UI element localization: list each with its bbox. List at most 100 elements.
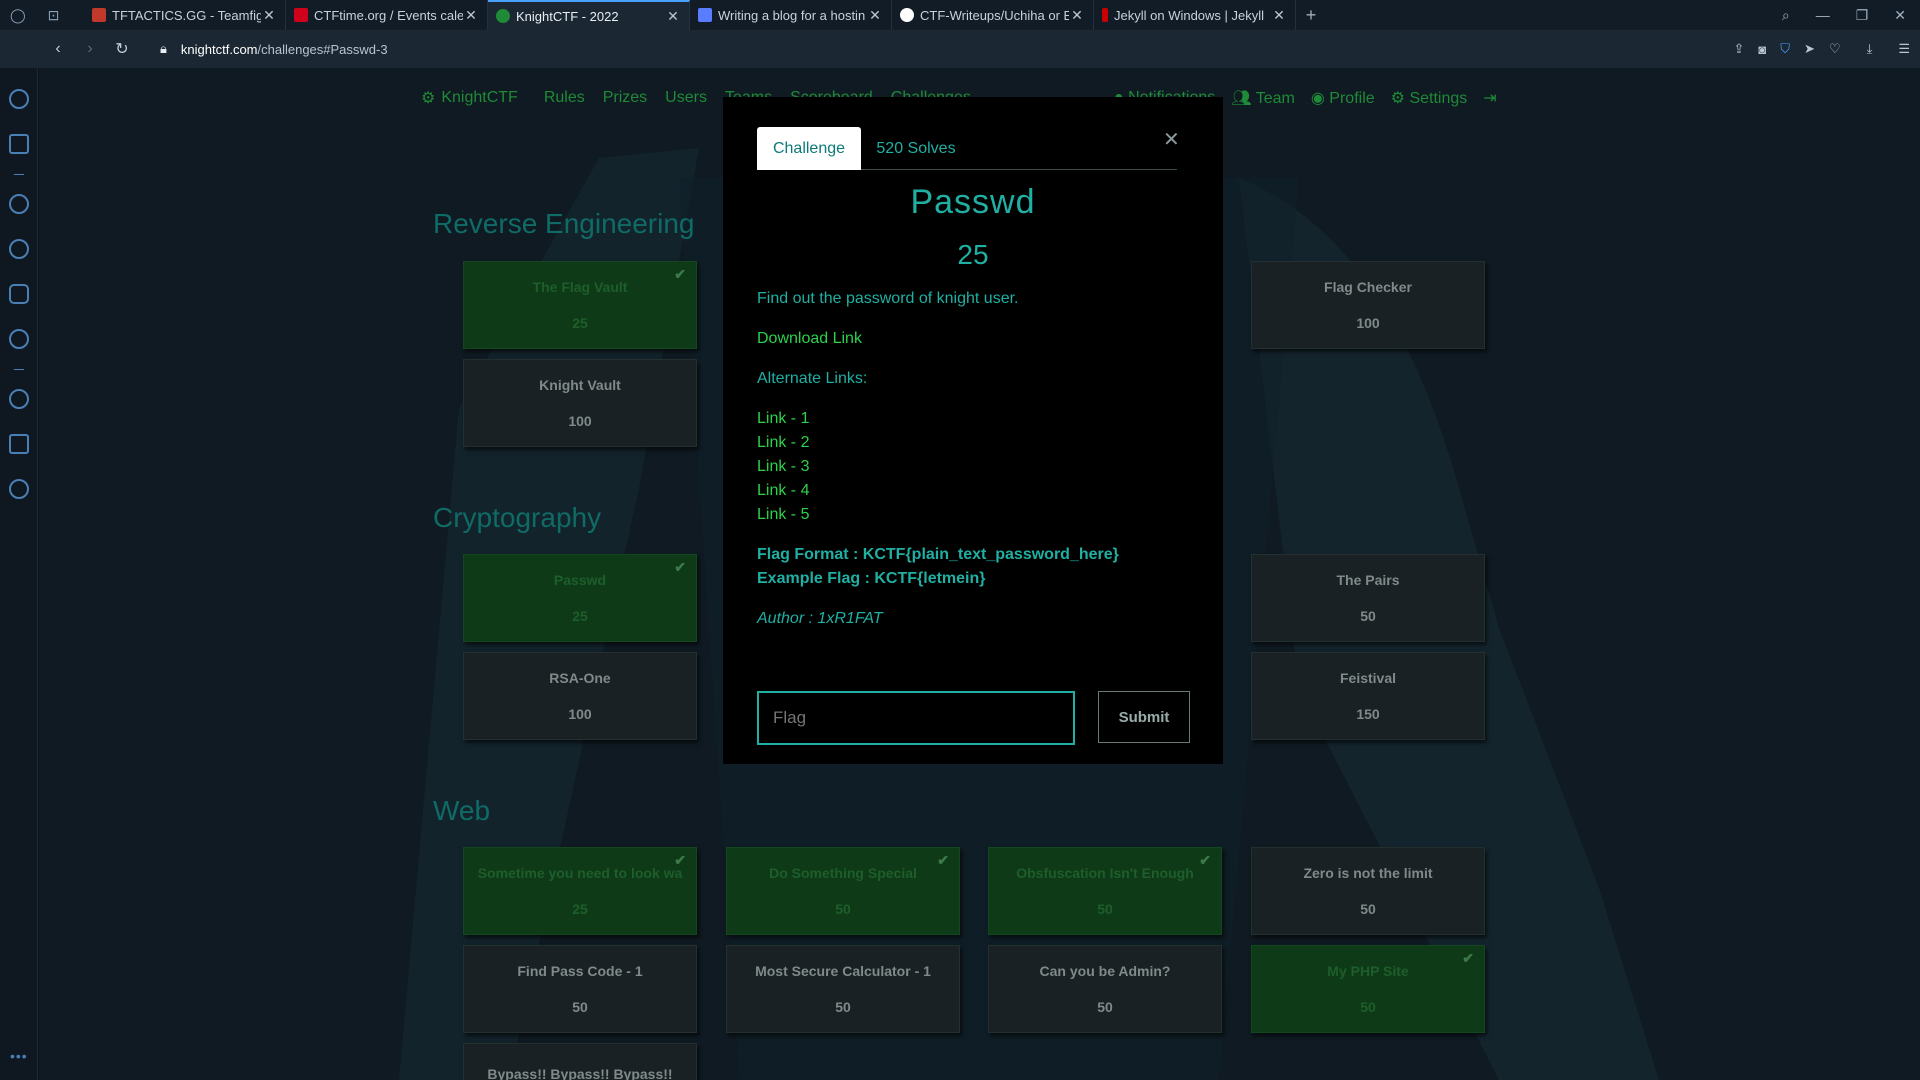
close-tab-icon[interactable]: ✕ [665,8,681,25]
nav-team[interactable]: 👥︎ Team [1231,88,1295,108]
challenge-card[interactable]: ✔ My PHP Site 50 [1251,945,1485,1033]
challenge-card[interactable]: RSA-One 100 [463,652,697,740]
alternate-link[interactable]: Link - 3 [757,455,1197,479]
challenge-card[interactable]: Most Secure Calculator - 1 50 [726,945,960,1033]
flag-format-text: Flag Format : KCTF{plain_text_password_h… [757,546,1119,563]
challenge-card[interactable]: Flag Checker 100 [1251,261,1485,349]
close-tab-icon[interactable]: ✕ [1069,7,1085,24]
nav-users[interactable]: Users [665,89,707,107]
url-path: /challenges#Passwd-3 [257,41,388,57]
browser-tab[interactable]: CTFtime.org / Events calen ✕ [286,0,488,30]
site-brand[interactable]: ⚙︎ KnightCTF [421,88,518,108]
history-icon[interactable] [9,389,29,409]
nav-settings-label: Settings [1409,90,1468,107]
challenge-card[interactable]: ✔ The Flag Vault 25 [463,261,697,349]
challenge-card[interactable]: ✔ Sometime you need to look wa 25 [463,847,697,935]
close-tab-icon[interactable]: ✕ [867,7,883,24]
submit-button[interactable]: Submit [1098,691,1190,743]
settings-gear-icon[interactable] [9,479,29,499]
browser-tab-active[interactable]: KnightCTF - 2022 ✕ [488,0,690,30]
shopping-bag-icon[interactable] [9,134,29,154]
close-tab-icon[interactable]: ✕ [261,7,277,24]
modal-tabs: Challenge 520 Solves [757,127,1177,170]
tab-title: CTF-Writeups/Uchiha or Ev [920,7,1069,23]
nav-settings[interactable]: ⚙ Settings [1391,88,1468,108]
challenge-card[interactable]: Knight Vault 100 [463,359,697,447]
address-bar-actions: ⇪ ◙ ⛉ ➤ ♡ ⤓ ☰ [1734,30,1911,68]
alternate-link[interactable]: Link - 1 [757,407,1197,431]
reload-icon[interactable]: ↻ [106,39,138,59]
instagram-icon[interactable] [9,284,29,304]
browser-menu-area: ◯ ⊡ [0,0,84,30]
address-bar: ‹ › ↻ 🔒︎ knightctf.com/challenges#Passwd… [0,30,1920,68]
challenge-points: 50 [572,999,588,1015]
challenge-points: 50 [835,999,851,1015]
author-text: Author : 1xR1FAT [757,610,883,627]
close-icon[interactable]: ✕ [1163,127,1180,152]
challenge-card[interactable]: Zero is not the limit 50 [1251,847,1485,935]
url-field[interactable]: 🔒︎ knightctf.com/challenges#Passwd-3 [160,41,388,57]
challenge-card[interactable]: The Pairs 50 [1251,554,1485,642]
flag-input[interactable] [757,691,1075,745]
logout-icon[interactable]: ⇥ [1483,88,1496,108]
challenge-points: 50 [835,901,851,917]
whatsapp-icon[interactable] [9,239,29,259]
alternate-link[interactable]: Link - 2 [757,431,1197,455]
send-icon[interactable]: ➤ [1804,41,1815,57]
camera-icon[interactable]: ◙ [1758,42,1766,57]
solved-check-icon: ✔ [937,852,949,868]
search-tabs-icon[interactable]: ⌕ [1782,7,1790,24]
nav-profile[interactable]: ◉ Profile [1311,88,1375,108]
download-link[interactable]: Download Link [757,327,1197,351]
close-tab-icon[interactable]: ✕ [1271,7,1287,24]
challenge-name: Zero is not the limit [1303,865,1433,881]
challenge-points: 50 [1097,999,1113,1015]
minimize-icon[interactable]: — [1816,7,1830,23]
new-tab-icon[interactable]: + [1296,5,1326,26]
messenger-icon[interactable] [9,194,29,214]
browser-tab[interactable]: CTF-Writeups/Uchiha or Ev ✕ [892,0,1094,30]
browser-tab[interactable]: Jekyll on Windows | Jekyll ✕ [1094,0,1296,30]
speed-dial-icon[interactable] [9,89,29,109]
challenge-name: Flag Checker [1324,279,1412,295]
alternate-link[interactable]: Link - 4 [757,479,1197,503]
challenge-card[interactable]: Feistival 150 [1251,652,1485,740]
example-flag-text: Example Flag : KCTF{letmein} [757,570,986,587]
tab-challenge[interactable]: Challenge [757,127,861,170]
challenge-card[interactable]: Can you be Admin? 50 [988,945,1222,1033]
shield-icon[interactable]: ⛉ [1780,41,1790,57]
download-icon[interactable]: ⤓ [1867,41,1873,57]
challenge-card[interactable]: Find Pass Code - 1 50 [463,945,697,1033]
opera-logo-icon[interactable]: ◯ [10,7,26,24]
close-tab-icon[interactable]: ✕ [463,7,479,24]
nav-rules[interactable]: Rules [544,89,585,107]
heart-icon[interactable]: ♡ [1829,41,1841,57]
back-icon[interactable]: ‹ [42,40,74,58]
challenge-card[interactable]: ✔ Obsfuscation Isn't Enough 50 [988,847,1222,935]
challenge-name: Find Pass Code - 1 [517,963,643,979]
alternate-link[interactable]: Link - 5 [757,503,1197,527]
twitter-icon[interactable] [9,329,29,349]
category-title: Web [433,795,491,826]
browser-tab[interactable]: Writing a blog for a hostin ✕ [690,0,892,30]
easy-setup-icon[interactable]: ☰ [1898,41,1910,57]
forward-icon[interactable]: › [74,40,106,58]
category-title: Reverse Engineering [433,208,695,239]
close-window-icon[interactable]: ✕ [1894,7,1906,24]
tab-favicon-icon [900,8,914,22]
share-icon[interactable]: ⇪ [1734,41,1745,57]
challenge-name: RSA-One [549,670,611,686]
challenge-card[interactable]: ✔ Passwd 25 [463,554,697,642]
page-viewport: ⚙︎KnightCTF Rules Prizes Users Teams Sco… [39,68,1920,1080]
nav-prizes[interactable]: Prizes [603,89,647,107]
extensions-cube-icon[interactable] [9,434,29,454]
alternate-links-label: Alternate Links: [757,370,868,387]
more-icon[interactable]: ••• [10,1048,28,1064]
challenge-card[interactable]: Bypass!! Bypass!! Bypass!! [463,1043,697,1080]
challenge-card[interactable]: ✔ Do Something Special 50 [726,847,960,935]
restore-icon[interactable]: ❐ [1856,7,1869,24]
challenge-points: 50 [1360,608,1376,624]
tab-overview-icon[interactable]: ⊡ [48,7,60,24]
browser-tab[interactable]: TFTACTICS.GG - Teamfight ✕ [84,0,286,30]
tab-solves[interactable]: 520 Solves [861,127,971,170]
